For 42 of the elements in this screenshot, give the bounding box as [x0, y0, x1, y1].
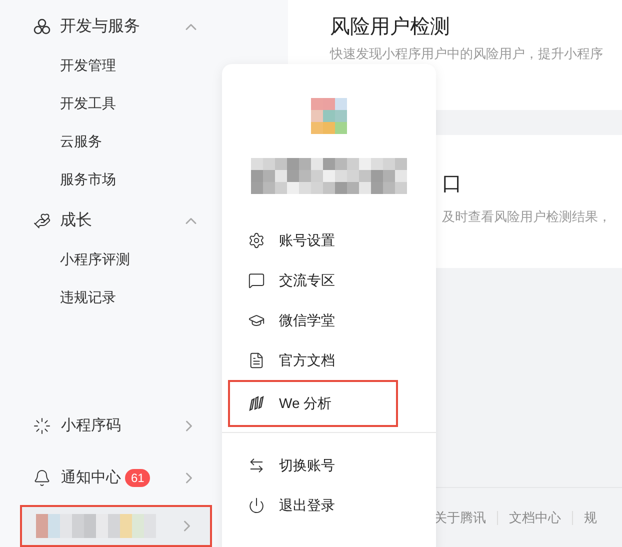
avatar-drawing: [311, 98, 347, 134]
sidebar-item-label: 小程序码: [61, 416, 121, 436]
menu-action-label: 切换账号: [279, 456, 335, 474]
chat-bubble-icon: [248, 272, 265, 288]
menu-item[interactable]: We 分析: [228, 380, 398, 427]
sidebar-group-title: 成长: [60, 210, 93, 231]
sidebar-group-title: 开发与服务: [60, 16, 141, 37]
notification-badge: 61: [125, 469, 150, 487]
menu-item[interactable]: 交流专区: [228, 260, 398, 300]
sidebar-item[interactable]: 云服务: [60, 130, 102, 152]
menu-item-label: 账号设置: [279, 230, 335, 250]
account-row[interactable]: [20, 505, 212, 547]
menu-item-label: 微信学堂: [279, 310, 335, 330]
menu-action[interactable]: 退出登录: [228, 485, 430, 525]
menu-item-label: 官方文档: [279, 350, 335, 370]
sidebar-item[interactable]: 违规记录: [60, 286, 116, 308]
menu-action[interactable]: 切换账号: [228, 445, 430, 485]
sidebar-item[interactable]: 小程序评测: [60, 248, 130, 270]
circles-icon: [33, 18, 51, 36]
swap-arrows-icon: [248, 456, 265, 474]
sidebar-item[interactable]: 开发工具: [60, 92, 116, 114]
menu-item[interactable]: 微信学堂: [228, 300, 398, 340]
menu-item-label: We 分析: [279, 394, 332, 413]
menu-item-label: 交流专区: [279, 270, 335, 290]
sidebar-item[interactable]: 服务市场: [60, 168, 116, 190]
bell-icon: [33, 469, 51, 487]
menu-action-label: 退出登录: [279, 496, 335, 514]
menu-item[interactable]: 官方文档: [228, 340, 398, 380]
document-icon: [248, 352, 265, 368]
sidebar-item[interactable]: 开发管理: [60, 54, 116, 76]
sidebar-group-header[interactable]: 开发与服务: [0, 8, 288, 46]
card-title: 风险用户检测: [330, 15, 451, 40]
card-description: 及时查看风险用户检测结果，: [442, 208, 612, 226]
sidebar-item-label: 通知中心: [61, 468, 121, 488]
card-description: 快速发现小程序用户中的风险用户，提升小程序: [330, 45, 604, 63]
gear-icon: [248, 232, 265, 248]
menu-item[interactable]: 账号设置: [228, 220, 398, 260]
hands-heart-icon: [33, 212, 51, 230]
sunburst-icon: [33, 417, 51, 435]
card-title: 口: [442, 172, 463, 197]
power-icon: [248, 496, 265, 514]
chart-icon: [248, 395, 265, 412]
